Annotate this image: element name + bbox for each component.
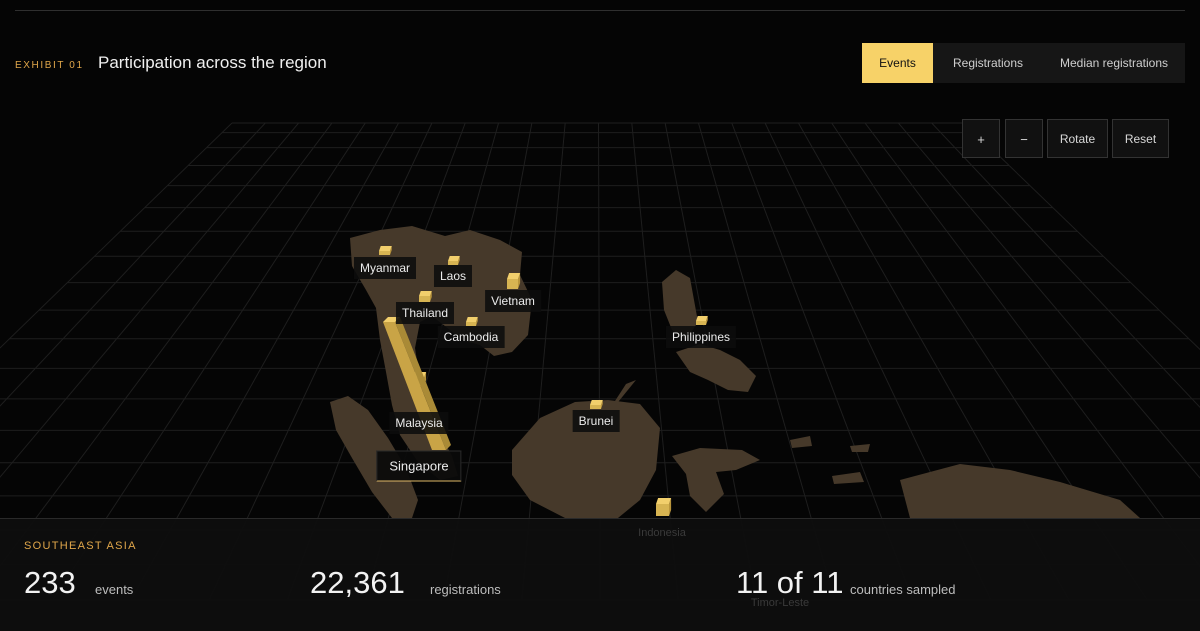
label-malaysia[interactable]: Malaysia — [389, 412, 449, 434]
bar-indonesia-front — [656, 504, 669, 516]
bar-brunei-top — [590, 400, 603, 405]
countries-caption: countries sampled — [850, 582, 956, 597]
bar-philippines-front — [696, 321, 706, 325]
label-brunei[interactable]: Brunei — [572, 410, 620, 432]
land-sulawesi — [672, 448, 760, 512]
land-visayas — [676, 344, 756, 392]
land-islands — [790, 436, 870, 484]
countries-sampled: 11 of 11 — [736, 565, 844, 600]
region-name: SOUTHEAST ASIA — [24, 540, 137, 552]
events-caption: events — [95, 582, 134, 597]
rotate-button[interactable]: Rotate — [1047, 119, 1108, 158]
label-thailand[interactable]: Thailand — [395, 302, 455, 324]
zoom-in-button[interactable]: + — [962, 119, 1000, 158]
bar-cambodia-top — [466, 317, 478, 322]
registrations-total: 22,361 — [310, 565, 405, 600]
label-cambodia[interactable]: Cambodia — [437, 326, 505, 348]
bar-laos-top — [448, 256, 460, 261]
label-philippines[interactable]: Philippines — [665, 326, 737, 348]
reset-button[interactable]: Reset — [1112, 119, 1169, 158]
bar-myanmar-top — [379, 246, 392, 251]
zoom-out-button[interactable]: − — [1005, 119, 1043, 158]
bar-indonesia-top — [656, 498, 672, 504]
label-vietnam[interactable]: Vietnam — [485, 290, 541, 312]
label-myanmar[interactable]: Myanmar — [353, 257, 417, 279]
bar-myanmar-front — [379, 251, 390, 255]
label-indonesia: Indonesia — [638, 527, 686, 539]
bar-philippines-top — [696, 316, 708, 321]
label-singapore-selected[interactable]: Singapore — [376, 450, 462, 482]
label-laos[interactable]: Laos — [433, 265, 473, 287]
bar-brunei-front — [590, 405, 601, 409]
events-total: 233 — [24, 565, 76, 600]
bar-vietnam-front — [507, 279, 518, 289]
bar-vietnam-top — [507, 273, 521, 279]
land-papua — [900, 464, 1140, 518]
bar-thailand-top — [419, 291, 432, 296]
registrations-caption: registrations — [430, 582, 501, 597]
summary-panel: Indonesia Timor-Leste SOUTHEAST ASIA 233… — [0, 518, 1200, 631]
